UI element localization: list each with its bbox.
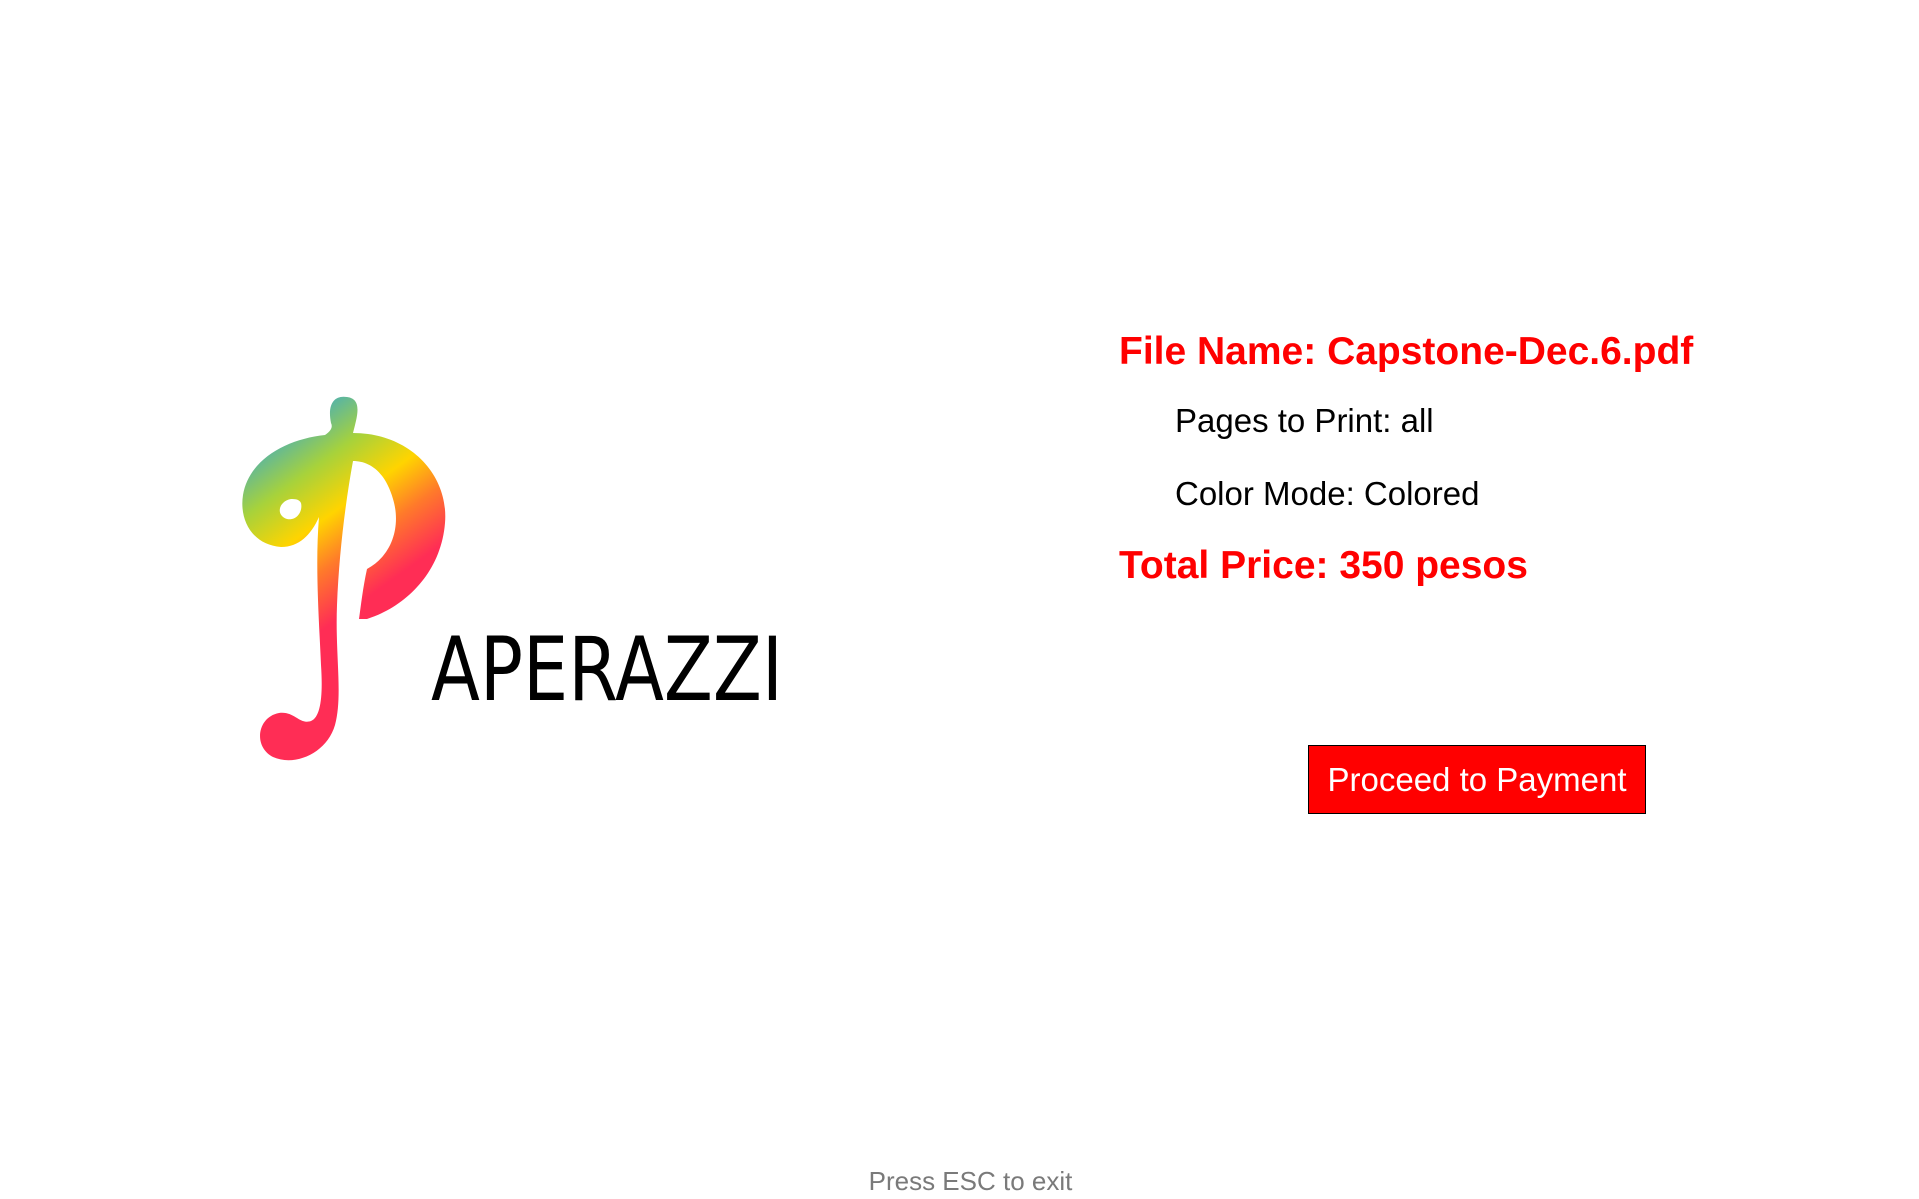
file-name-heading: File Name: Capstone-Dec.6.pdf (1119, 330, 1694, 373)
proceed-to-payment-button[interactable]: Proceed to Payment (1308, 745, 1646, 814)
pages-to-print-text: Pages to Print: all (1175, 402, 1434, 439)
paperazzi-logo: APERAZZI (235, 395, 805, 765)
paperazzi-logo-graphic: APERAZZI (242, 396, 783, 761)
esc-exit-hint: Press ESC to exit (868, 1166, 1073, 1196)
color-mode-text: Color Mode: Colored (1175, 475, 1480, 512)
print-summary: File Name: Capstone-Dec.6.pdf Pages to P… (1119, 325, 1693, 593)
logo-wordmark: APERAZZI (431, 618, 783, 721)
total-price-text: Total Price: 350 pesos (1119, 544, 1528, 587)
p-letter-icon (242, 396, 446, 761)
